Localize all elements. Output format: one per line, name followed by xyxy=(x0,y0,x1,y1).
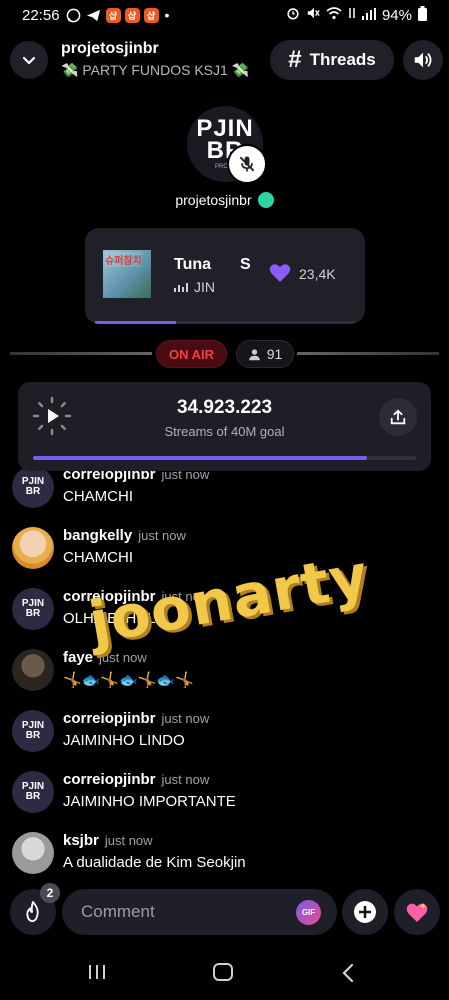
track-progress-fill xyxy=(95,321,176,324)
notification-icons: 샵 샵 샵 • xyxy=(66,7,170,23)
chat-timestamp: just now xyxy=(104,833,153,848)
app-notification-icon: 샵 xyxy=(143,7,159,23)
chat-text: CHAMCHI xyxy=(63,549,133,566)
system-status-icons: 94% xyxy=(286,0,427,30)
share-icon xyxy=(390,409,406,425)
chat-timestamp: just now xyxy=(138,528,186,543)
battery-percent: 94% xyxy=(381,6,412,24)
app-notification-icon: 샵 xyxy=(124,7,140,23)
chat-message: ksjbr just now A dualidade de Kim Seokjin xyxy=(12,828,442,880)
comment-placeholder: Comment xyxy=(81,902,155,921)
room-header: projetosjinbr 💸 PARTY FUNDOS KSJ1 💸 # Th… xyxy=(0,38,449,82)
speaker-icon xyxy=(414,52,432,68)
track-artist: JIN xyxy=(174,279,215,295)
chat-text: A dualidade de Kim Seokjin xyxy=(63,854,246,871)
home-button[interactable] xyxy=(213,963,233,981)
chat-text: JAIMINHO LINDO xyxy=(63,732,185,749)
chat-username[interactable]: correiopjinbr just now xyxy=(63,710,209,727)
mute-icon xyxy=(306,6,320,24)
chat-feed[interactable]: PJIN BR correiopjinbr just now CHAMCHI ban… xyxy=(0,460,449,880)
system-nav-bar xyxy=(0,945,449,1000)
chat-avatar[interactable]: PJIN BR xyxy=(12,771,54,813)
status-bar: 22:56 샵 샵 샵 • 94% xyxy=(0,0,449,30)
back-icon xyxy=(342,963,354,983)
artist-name: JIN xyxy=(194,279,215,295)
listener-count-button[interactable]: 91 xyxy=(236,340,294,368)
battery-icon xyxy=(418,5,427,25)
track-title-suffix: S xyxy=(240,256,251,273)
divider-right xyxy=(297,352,439,355)
whatsapp-icon xyxy=(66,7,82,23)
chat-message: PJIN BR correiopjinbr just now JAIMINHO LI… xyxy=(12,706,442,764)
chat-avatar[interactable] xyxy=(12,527,54,569)
recent-apps-icon xyxy=(89,965,105,979)
listener-count: 91 xyxy=(266,346,283,362)
fire-icon xyxy=(26,901,39,923)
recent-apps-button[interactable] xyxy=(88,963,106,986)
share-button[interactable] xyxy=(379,398,417,436)
stream-goal-card: 34.923.223 Streams of 40M goal xyxy=(18,382,431,471)
equalizer-icon xyxy=(174,282,188,292)
chat-username[interactable]: correiopjinbr just now xyxy=(63,771,209,788)
stream-goal-label: Streams of 40M goal xyxy=(164,424,285,439)
gif-button[interactable]: GIF xyxy=(296,900,321,925)
chat-avatar[interactable] xyxy=(12,649,54,691)
on-air-badge: ON AIR xyxy=(156,340,227,368)
heart-icon[interactable] xyxy=(268,261,292,285)
chat-username[interactable]: ksjbr just now xyxy=(63,832,153,849)
track-progress-bar xyxy=(95,321,355,324)
host-name-text: projetosjinbr xyxy=(175,192,252,208)
chat-avatar[interactable] xyxy=(12,832,54,874)
room-subtitle: 💸 PARTY FUNDOS KSJ1 💸 xyxy=(61,62,250,78)
data-icon xyxy=(348,6,356,24)
chevron-down-icon xyxy=(22,56,36,65)
now-playing-card[interactable]: 슈퍼참치 Tuna S JIN 23,4K xyxy=(85,228,365,324)
plus-circle-icon xyxy=(354,901,376,923)
album-cover: 슈퍼참치 xyxy=(103,250,151,298)
chat-avatar[interactable]: PJIN BR xyxy=(12,466,54,508)
wifi-icon xyxy=(326,6,342,24)
room-title: projetosjinbr xyxy=(61,40,159,57)
add-button[interactable] xyxy=(342,889,388,935)
chat-avatar[interactable]: PJIN BR xyxy=(12,588,54,630)
hashtag-icon: # xyxy=(288,46,302,73)
album-cover-text: 슈퍼참치 xyxy=(105,252,142,267)
alarm-icon xyxy=(286,6,300,24)
chat-message: PJIN BR correiopjinbr just now JAIMINHO IM… xyxy=(12,767,442,825)
chat-text: CHAMCHI xyxy=(63,488,133,505)
track-title: Tuna xyxy=(174,256,212,273)
chat-timestamp: just now xyxy=(161,772,210,787)
chat-username[interactable]: bangkelly just now xyxy=(63,527,186,544)
app-notification-icon: 샵 xyxy=(105,7,121,23)
collapse-button[interactable] xyxy=(10,41,48,79)
back-button[interactable] xyxy=(341,963,355,988)
threads-button[interactable]: # Threads xyxy=(270,40,394,80)
fire-count-badge: 2 xyxy=(40,883,60,903)
telegram-icon xyxy=(86,7,102,23)
stream-goal-progress xyxy=(33,456,416,460)
sound-button[interactable] xyxy=(403,40,443,80)
like-count: 23,4K xyxy=(299,266,336,282)
chat-text: 🤸🐟🤸🐟🤸🐟🤸 xyxy=(63,672,194,689)
signal-icon xyxy=(361,7,376,24)
threads-label: Threads xyxy=(309,50,376,69)
host-name: projetosjinbr xyxy=(0,192,449,208)
verified-badge-icon xyxy=(257,192,274,208)
sparkling-heart-icon xyxy=(406,903,428,922)
stream-count: 34.923.223 xyxy=(176,397,273,418)
mic-off-icon xyxy=(239,156,255,172)
more-notifications-dot: • xyxy=(164,7,170,23)
divider-left xyxy=(10,352,152,355)
chat-timestamp: just now xyxy=(161,711,210,726)
chat-text: JAIMINHO IMPORTANTE xyxy=(63,793,236,810)
person-icon xyxy=(248,348,260,360)
chat-message: faye just now 🤸🐟🤸🐟🤸🐟🤸 xyxy=(12,645,442,703)
chat-avatar[interactable]: PJIN BR xyxy=(12,710,54,752)
stream-goal-progress-fill xyxy=(33,456,368,460)
host-muted-badge xyxy=(227,144,267,184)
sparkle-heart-button[interactable] xyxy=(394,889,440,935)
status-time: 22:56 xyxy=(22,6,60,24)
comment-input[interactable]: Comment GIF xyxy=(62,889,337,935)
